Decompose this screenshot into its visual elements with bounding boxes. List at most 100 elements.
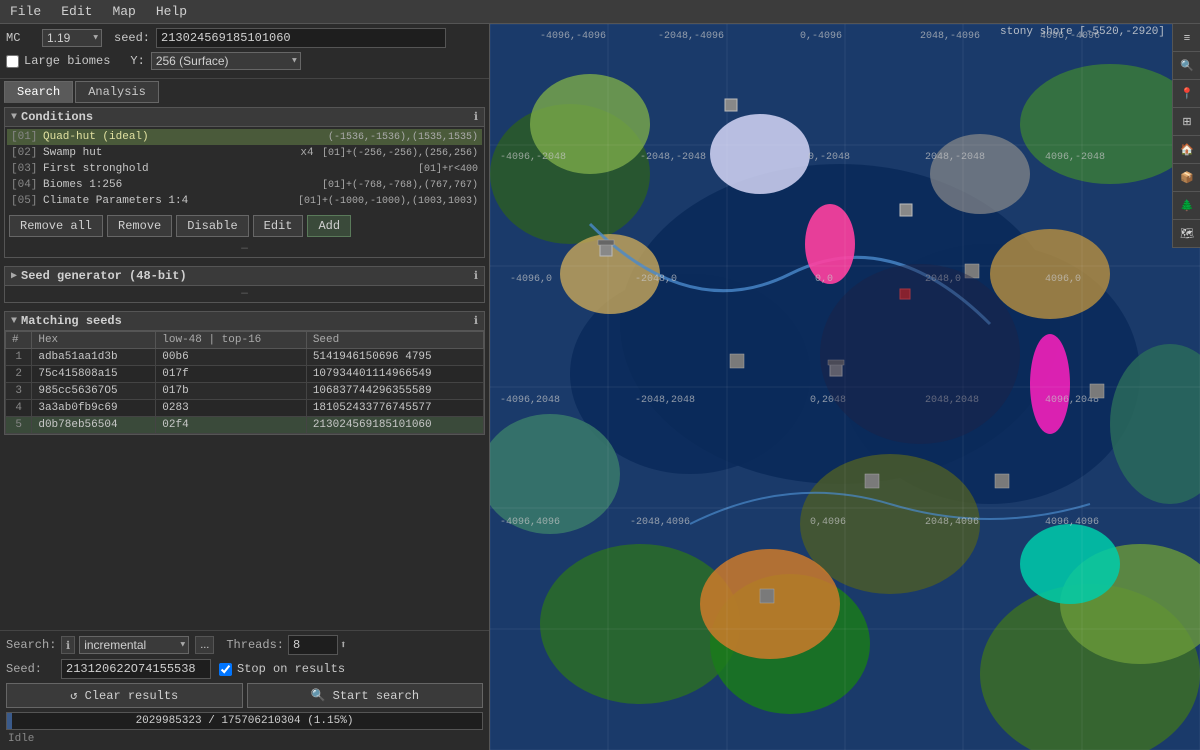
matching-seeds-title: Matching seeds bbox=[21, 314, 474, 328]
search-type-dropdown[interactable]: incremental bbox=[79, 636, 189, 654]
seed-input[interactable] bbox=[156, 28, 446, 48]
table-row[interactable]: 2 75c415808a15 017f 107934401114966549 bbox=[6, 366, 484, 383]
seed-row-hex: adba51aa1d3b bbox=[32, 349, 156, 366]
map-svg[interactable]: -4096,-4096 -2048,-4096 0,-4096 2048,-40… bbox=[490, 24, 1200, 750]
svg-text:-4096,2048: -4096,2048 bbox=[500, 395, 560, 406]
top-controls: MC 1.19 seed: Large biomes Y: 256 (Sur bbox=[0, 24, 489, 79]
seed-row-seed: 181052433776745577 bbox=[306, 400, 483, 417]
matching-seeds-arrow: ▼ bbox=[11, 316, 17, 327]
seeds-table-container: # Hex low-48 | top-16 Seed 1 adba51aa1d3… bbox=[5, 331, 484, 434]
condition-name-3: First stronghold bbox=[43, 163, 388, 175]
condition-num-2: [02] bbox=[11, 147, 43, 159]
threads-spin[interactable]: ⬆ bbox=[340, 638, 347, 652]
conditions-info-icon[interactable]: ℹ bbox=[474, 110, 478, 124]
condition-range-2: [01]+(-256,-256),(256,256) bbox=[322, 148, 478, 159]
mc-version-dropdown[interactable]: 1.19 bbox=[42, 29, 102, 47]
seed-row-hex: 985cc56367O5 bbox=[32, 383, 156, 400]
search-more-btn[interactable]: ... bbox=[195, 636, 214, 654]
table-row[interactable]: 5 d0b78eb56504 02f4 213024569185101060 bbox=[6, 417, 484, 434]
large-biomes-label: Large biomes bbox=[24, 54, 110, 68]
seed-generator-header[interactable]: ▶ Seed generator (48-bit) ℹ bbox=[5, 267, 484, 286]
menu-map[interactable]: Map bbox=[102, 2, 145, 21]
tab-analysis[interactable]: Analysis bbox=[75, 81, 159, 103]
map-tool-grid[interactable]: ⊞ bbox=[1173, 108, 1200, 136]
seed-row-hex: 75c415808a15 bbox=[32, 366, 156, 383]
y-label: Y: bbox=[130, 54, 144, 68]
svg-text:4096,-2048: 4096,-2048 bbox=[1045, 152, 1105, 163]
conditions-buttons: Remove all Remove Disable Edit Add bbox=[5, 211, 484, 241]
action-buttons: ↺ Clear results 🔍 Start search bbox=[6, 683, 483, 708]
large-biomes-checkbox[interactable] bbox=[6, 55, 19, 68]
matching-seeds-header[interactable]: ▼ Matching seeds ℹ bbox=[5, 312, 484, 331]
disable-button[interactable]: Disable bbox=[176, 215, 248, 237]
y-dropdown[interactable]: 256 (Surface) bbox=[151, 52, 301, 70]
conditions-toggle-arrow: ▼ bbox=[11, 112, 17, 123]
map-tool-zoom-in[interactable]: 🔍 bbox=[1173, 52, 1200, 80]
table-row[interactable]: 3 985cc56367O5 017b 106837744296355589 bbox=[6, 383, 484, 400]
conditions-title: Conditions bbox=[21, 110, 474, 124]
mc-label: MC bbox=[6, 31, 36, 45]
map-tool-menu[interactable]: ≡ bbox=[1173, 24, 1200, 52]
col-num: # bbox=[6, 332, 32, 349]
seed-bottom-input[interactable] bbox=[61, 659, 211, 679]
matching-seeds-info-icon[interactable]: ℹ bbox=[474, 314, 478, 328]
menu-bar: File Edit Map Help bbox=[0, 0, 1200, 24]
condition-name-5: Climate Parameters 1:4 bbox=[43, 195, 268, 207]
map-toolbar: ≡ 🔍 📍 ⊞ 🏠 📦 🌲 🗺 bbox=[1172, 24, 1200, 248]
add-button[interactable]: Add bbox=[307, 215, 351, 237]
svg-text:-4096,4096: -4096,4096 bbox=[500, 517, 560, 528]
svg-text:2048,4096: 2048,4096 bbox=[925, 517, 979, 528]
svg-text:2048,-2048: 2048,-2048 bbox=[925, 152, 985, 163]
table-row[interactable]: 4 3a3ab0fb9c69 0283 181052433776745577 bbox=[6, 400, 484, 417]
threads-input[interactable] bbox=[288, 635, 338, 655]
search-info-btn[interactable]: ℹ bbox=[61, 636, 75, 654]
stop-on-results-checkbox[interactable] bbox=[219, 663, 232, 676]
seed-gen-info-icon[interactable]: ℹ bbox=[474, 269, 478, 283]
condition-row-3[interactable]: [03] First stronghold [01]+r<400 bbox=[7, 161, 482, 177]
condition-num-1: [01] bbox=[11, 131, 43, 143]
svg-text:4096,-4096: 4096,-4096 bbox=[1040, 31, 1100, 42]
clear-results-button[interactable]: ↺ Clear results bbox=[6, 683, 243, 708]
threads-label: Threads: bbox=[226, 638, 284, 652]
map-tool-pin[interactable]: 📍 bbox=[1173, 80, 1200, 108]
condition-row-5[interactable]: [05] Climate Parameters 1:4 [01]+(-1000,… bbox=[7, 193, 482, 209]
stop-on-results-label[interactable]: Stop on results bbox=[219, 662, 345, 676]
seed-label: seed: bbox=[114, 31, 150, 45]
map-tool-biomes[interactable]: 🌲 bbox=[1173, 192, 1200, 220]
seed-bottom-label: Seed: bbox=[6, 662, 61, 676]
edit-button[interactable]: Edit bbox=[253, 215, 304, 237]
large-biomes-checkbox-label[interactable]: Large biomes bbox=[6, 54, 110, 68]
map-tool-layers[interactable]: 🗺 bbox=[1173, 220, 1200, 248]
seeds-table: # Hex low-48 | top-16 Seed 1 adba51aa1d3… bbox=[5, 331, 484, 434]
condition-row-2[interactable]: [02] Swamp hut x4 [01]+(-256,-256),(256,… bbox=[7, 145, 482, 161]
condition-row-1[interactable]: [01] Quad-hut (ideal) (-1536,-1536),(153… bbox=[7, 129, 482, 145]
seed-row-num: 4 bbox=[6, 400, 32, 417]
condition-mult-2: x4 bbox=[292, 147, 322, 159]
tabs: Search Analysis bbox=[0, 79, 489, 103]
tab-search[interactable]: Search bbox=[4, 81, 73, 103]
bottom-controls: Search: ℹ incremental ... Threads: ⬆ See… bbox=[0, 630, 489, 750]
svg-text:4096,4096: 4096,4096 bbox=[1045, 517, 1099, 528]
map-tool-structures[interactable]: 📦 bbox=[1173, 164, 1200, 192]
menu-help[interactable]: Help bbox=[146, 2, 197, 21]
spacer bbox=[0, 439, 489, 630]
col-low-top: low-48 | top-16 bbox=[156, 332, 307, 349]
map-tool-home[interactable]: 🏠 bbox=[1173, 136, 1200, 164]
remove-all-button[interactable]: Remove all bbox=[9, 215, 103, 237]
map-area[interactable]: stony shore [-5520,-2920] bbox=[490, 24, 1200, 750]
seed-gen-arrow: ▶ bbox=[11, 270, 17, 282]
seed-row-seed: 213024569185101060 bbox=[306, 417, 483, 434]
table-row[interactable]: 1 adba51aa1d3b 00b6 5141946150696 4795 bbox=[6, 349, 484, 366]
menu-edit[interactable]: Edit bbox=[51, 2, 102, 21]
conditions-dash: — bbox=[5, 241, 484, 257]
remove-button[interactable]: Remove bbox=[107, 215, 172, 237]
svg-text:-4096,0: -4096,0 bbox=[510, 274, 552, 285]
seed-row-seed: 106837744296355589 bbox=[306, 383, 483, 400]
conditions-header[interactable]: ▼ Conditions ℹ bbox=[5, 108, 484, 127]
start-search-button[interactable]: 🔍 Start search bbox=[247, 683, 484, 708]
condition-range-4: [01]+(-768,-768),(767,767) bbox=[322, 180, 478, 191]
condition-row-4[interactable]: [04] Biomes 1:256 [01]+(-768,-768),(767,… bbox=[7, 177, 482, 193]
menu-file[interactable]: File bbox=[0, 2, 51, 21]
svg-text:0,0: 0,0 bbox=[815, 274, 833, 285]
seed-generator-title: Seed generator (48-bit) bbox=[21, 269, 474, 283]
